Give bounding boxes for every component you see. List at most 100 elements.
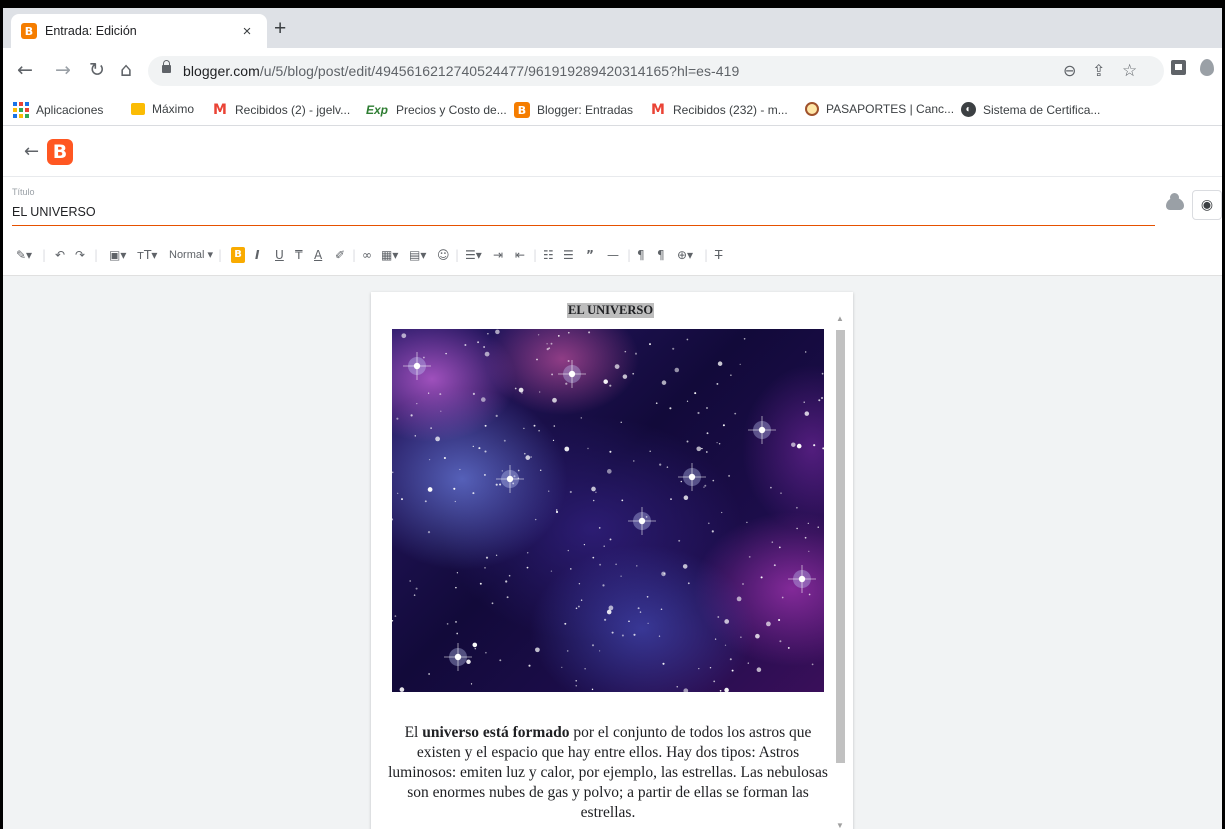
font-size-icon[interactable]: ᴛT▾ — [137, 248, 157, 262]
title-input[interactable]: EL UNIVERSO — [12, 205, 96, 219]
bookmark-gmail-1[interactable]: M Recibidos (2) - jgelv... — [212, 102, 350, 118]
scroll-up-icon[interactable]: ▲ — [836, 314, 844, 323]
blogger-favicon-icon: B — [21, 23, 37, 39]
starfield — [392, 329, 824, 692]
outdent-icon[interactable]: ⇤ — [515, 248, 525, 262]
share-icon[interactable]: ⇪ — [1092, 61, 1105, 80]
toolbar-separator: | — [42, 248, 47, 262]
bookmark-label: Sistema de Certifica... — [983, 102, 1101, 117]
gmail-icon: M — [651, 102, 665, 118]
insert-image-icon[interactable]: ▦▾ — [381, 248, 398, 262]
underline-icon[interactable]: U — [275, 248, 284, 262]
align-icon[interactable]: ☰▾ — [465, 248, 482, 262]
post-title-field[interactable]: Título EL UNIVERSO — [12, 183, 1155, 226]
reload-icon[interactable]: ↻ — [89, 60, 105, 80]
blogger-logo-icon[interactable]: B — [47, 139, 73, 165]
rtl-icon[interactable]: ¶ — [657, 248, 665, 262]
toolbar-separator: | — [352, 248, 357, 262]
universe-image[interactable] — [392, 329, 824, 692]
star-icon[interactable]: ☆ — [1122, 61, 1137, 81]
numbered-list-icon[interactable]: ☰ — [563, 248, 574, 262]
tab-title: Entrada: Edición — [45, 24, 137, 38]
italic-icon[interactable]: I — [255, 248, 259, 262]
cloud-saved-icon — [1166, 193, 1184, 210]
back-arrow-icon[interactable]: ← — [17, 60, 33, 80]
scroll-down-icon[interactable]: ▼ — [836, 821, 844, 829]
blogger-header: ← B — [3, 127, 1222, 177]
bookmark-label: Blogger: Entradas — [537, 103, 634, 117]
eye-icon: ◉ — [1200, 197, 1214, 213]
toolbar-separator: | — [627, 248, 632, 262]
zoom-icon[interactable]: ⊖ — [1063, 61, 1076, 80]
address-bar[interactable]: blogger.com/u/5/blog/post/edit/494561621… — [148, 56, 1164, 86]
toolbar-separator: | — [94, 248, 99, 262]
bookmarks-bar: Aplicaciones Máximo M Recibidos (2) - jg… — [3, 94, 1222, 126]
globe-icon: ◐ — [961, 102, 976, 117]
bookmark-label: Recibidos (232) - m... — [673, 103, 788, 117]
post-heading[interactable]: EL UNIVERSO — [567, 303, 655, 318]
indent-icon[interactable]: ⇥ — [493, 248, 503, 262]
tab-strip: B Entrada: Edición × + — [3, 8, 1222, 48]
bookmark-maximo[interactable]: Máximo — [131, 102, 194, 116]
browser-tab[interactable]: B Entrada: Edición × — [11, 14, 267, 48]
toolbar-separator: | — [704, 248, 709, 262]
undo-icon[interactable]: ↶ — [55, 248, 65, 262]
browser-toolbar: ← → ↻ ⌂ blogger.com/u/5/blog/post/edit/4… — [3, 48, 1222, 94]
bold-button[interactable]: B — [231, 247, 245, 263]
post-paragraph[interactable]: El universo está formado por el conjunto… — [387, 723, 829, 823]
toolbar-separator: | — [455, 248, 460, 262]
extension-icon[interactable] — [1171, 60, 1186, 75]
blogger-icon: B — [514, 102, 530, 118]
folder-icon — [131, 103, 145, 115]
seal-icon — [805, 102, 819, 116]
heading-style-icon[interactable]: ▣▾ — [109, 248, 126, 262]
bookmark-precios[interactable]: Exp Precios y Costo de... — [365, 102, 507, 118]
clear-formatting-icon[interactable]: T̶ — [715, 248, 722, 262]
post-body-editor[interactable]: EL UNIVERSO El universo está formado por… — [371, 292, 853, 829]
quote-icon[interactable]: ” — [586, 248, 594, 262]
forward-arrow-icon[interactable]: → — [55, 60, 71, 80]
tab-close-icon[interactable]: × — [237, 23, 257, 40]
apps-grid-icon — [13, 102, 29, 118]
toolbar-separator: | — [533, 248, 538, 262]
language-icon[interactable]: ⊕▾ — [677, 248, 693, 262]
scroll-thumb[interactable] — [836, 330, 845, 763]
toolbar-separator: | — [218, 248, 223, 262]
highlight-icon[interactable]: ✐ — [335, 248, 345, 262]
bookmark-pasaportes[interactable]: PASAPORTES | Canc... — [805, 102, 954, 116]
profile-icon[interactable] — [1200, 59, 1214, 76]
bookmark-label: Aplicaciones — [36, 103, 104, 117]
bookmark-gmail-2[interactable]: M Recibidos (232) - m... — [650, 102, 788, 118]
bookmark-label: Precios y Costo de... — [396, 103, 507, 117]
compose-mode-icon[interactable]: ✎▾ — [16, 248, 32, 262]
bookmark-aplicaciones[interactable]: Aplicaciones — [13, 102, 103, 118]
link-icon[interactable]: ∞ — [362, 248, 372, 262]
home-icon[interactable]: ⌂ — [120, 60, 132, 80]
post-text-start: El — [404, 724, 423, 741]
url-host: blogger.com — [183, 63, 260, 79]
paragraph-format-select[interactable]: Normal ▾ — [169, 248, 213, 262]
bookmark-label: PASAPORTES | Canc... — [826, 102, 955, 116]
emoji-icon[interactable]: ☺ — [437, 248, 450, 262]
preview-button[interactable]: ◉ — [1192, 190, 1222, 220]
bookmark-blogger[interactable]: B Blogger: Entradas — [514, 102, 633, 118]
gmail-icon: M — [213, 102, 227, 118]
editor-scrollbar[interactable]: ▲ ▼ — [832, 308, 849, 829]
text-color-icon[interactable]: A — [314, 248, 322, 262]
back-arrow-icon[interactable]: ← — [24, 141, 39, 162]
insert-video-icon[interactable]: ▤▾ — [409, 248, 426, 262]
browser-window: B Entrada: Edición × + ← → ↻ ⌂ blogger.c… — [3, 8, 1222, 829]
horizontal-rule-icon[interactable]: — — [607, 248, 619, 262]
ltr-icon[interactable]: ¶ — [637, 248, 645, 262]
redo-icon[interactable]: ↷ — [75, 248, 85, 262]
new-tab-button[interactable]: + — [274, 18, 286, 39]
bulleted-list-icon[interactable]: ☷ — [543, 248, 554, 262]
bookmark-sistema[interactable]: ◐ Sistema de Certifica... — [961, 102, 1100, 117]
bookmark-label: Recibidos (2) - jgelv... — [235, 103, 351, 117]
lock-icon[interactable] — [162, 60, 171, 73]
strikethrough-icon[interactable]: ₸ — [295, 248, 303, 262]
url-path: /u/5/blog/post/edit/4945616212740524477/… — [259, 63, 740, 79]
exp-icon: Exp — [365, 103, 388, 117]
url-text[interactable]: blogger.com/u/5/blog/post/edit/494561621… — [183, 63, 739, 79]
post-text-bold: universo está formado — [422, 724, 570, 741]
